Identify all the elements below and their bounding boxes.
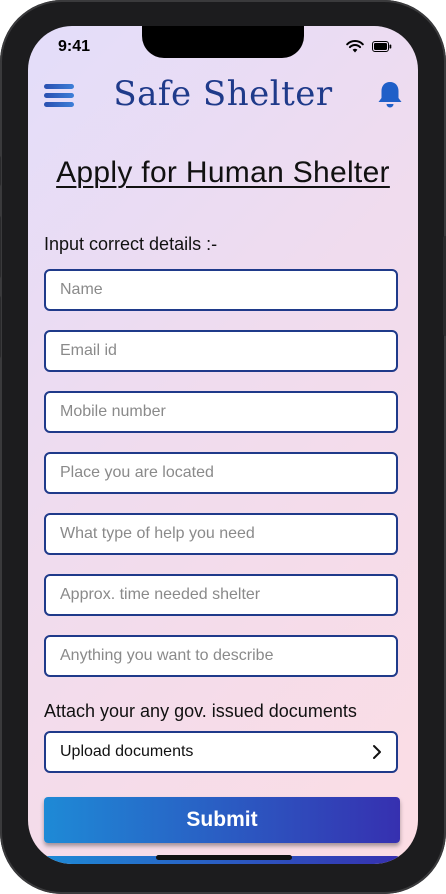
- description-input[interactable]: [46, 637, 396, 675]
- location-field[interactable]: [44, 452, 398, 494]
- email-field[interactable]: [44, 330, 398, 372]
- app-title: Safe Shelter: [113, 74, 333, 114]
- status-time: 9:41: [58, 38, 91, 55]
- documents-label: Attach your any gov. issued documents: [44, 701, 357, 721]
- chevron-right-icon: [373, 745, 381, 759]
- side-button-volume-up: [0, 216, 1, 278]
- notch: [142, 26, 304, 58]
- battery-icon: [372, 41, 392, 52]
- location-input[interactable]: [46, 454, 396, 492]
- screen: 9:41 Safe Shelter Apply for Human Shelte…: [28, 26, 418, 864]
- wifi-icon: [346, 40, 364, 53]
- help-type-field[interactable]: [44, 513, 398, 555]
- time-needed-field[interactable]: [44, 574, 398, 616]
- time-needed-input[interactable]: [46, 576, 396, 614]
- phone-frame: 9:41 Safe Shelter Apply for Human Shelte…: [0, 0, 446, 894]
- email-input[interactable]: [46, 332, 396, 370]
- mobile-field[interactable]: [44, 391, 398, 433]
- bell-icon[interactable]: [376, 80, 404, 115]
- home-indicator: [156, 855, 292, 860]
- status-icons: [346, 40, 392, 53]
- instructions-label: Input correct details :-: [44, 234, 218, 254]
- description-field[interactable]: [44, 635, 398, 677]
- upload-documents-button[interactable]: Upload documents: [44, 731, 398, 773]
- help-type-input[interactable]: [46, 515, 396, 553]
- upload-documents-label: Upload documents: [60, 743, 194, 760]
- page-heading: Apply for Human Shelter: [56, 156, 390, 189]
- mobile-input[interactable]: [46, 393, 396, 431]
- name-input[interactable]: [46, 271, 396, 309]
- side-button-silent: [0, 156, 1, 186]
- submit-button[interactable]: Submit: [44, 797, 400, 843]
- side-button-volume-down: [0, 296, 1, 358]
- name-field[interactable]: [44, 269, 398, 311]
